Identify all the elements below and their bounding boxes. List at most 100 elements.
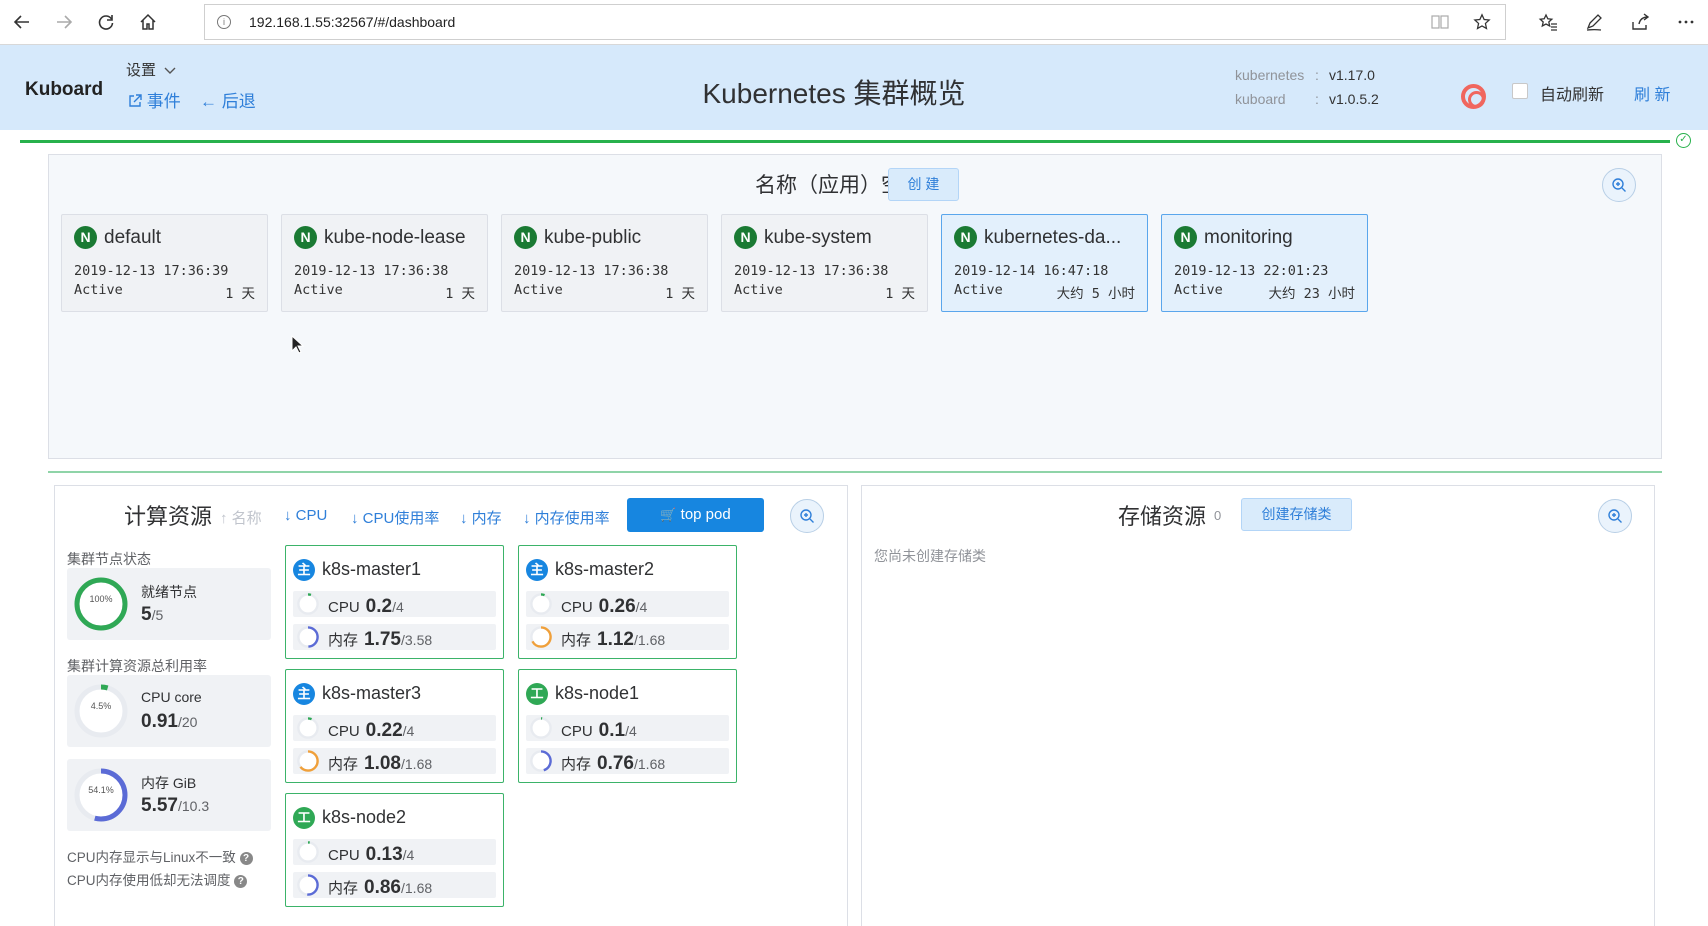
- forward-arrow-icon[interactable]: [50, 8, 78, 36]
- create-storage-class-button[interactable]: 创建存储类: [1241, 498, 1352, 531]
- node-card-k8s-master2[interactable]: 主 k8s-master2 CPU 0.26/4 内存 1.12/1.68: [518, 545, 737, 659]
- sort-by-memory[interactable]: ↓ 内存: [460, 507, 502, 528]
- namespace-status: Active: [74, 282, 123, 298]
- node-card-k8s-node1[interactable]: 工 k8s-node1 CPU 0.1/4 内存 0.76/1.68: [518, 669, 737, 783]
- zoom-in-button[interactable]: [1598, 499, 1632, 533]
- namespace-status: Active: [514, 282, 563, 298]
- memory-value: 0.76: [597, 753, 634, 774]
- ready-nodes-percent: 100%: [89, 594, 113, 604]
- site-info-icon[interactable]: i: [217, 15, 231, 29]
- memory-total: /1.68: [401, 880, 433, 896]
- namespace-age: 1 天: [665, 286, 695, 302]
- top-pod-button[interactable]: 🛒 top pod: [627, 498, 764, 532]
- address-bar[interactable]: i 192.168.1.55:32567/#/dashboard: [204, 4, 1506, 40]
- worker-badge: 工: [526, 683, 548, 705]
- memory-usage-ring: [529, 749, 553, 773]
- version-name: kuboard: [1235, 91, 1286, 107]
- sort-by-cpu[interactable]: ↓ CPU: [284, 507, 327, 524]
- node-cpu-row: CPU 0.2/4: [293, 591, 496, 617]
- memory-label: 内存: [561, 756, 592, 773]
- cpu-label: CPU: [561, 723, 593, 740]
- node-name: k8s-master3: [322, 683, 422, 703]
- memory-total-percent: 54.1%: [88, 785, 114, 795]
- help-lifebuoy-icon[interactable]: [1461, 84, 1486, 109]
- node-card-k8s-master3[interactable]: 主 k8s-master3 CPU 0.22/4 内存 1.08/1.68: [285, 669, 504, 783]
- namespace-card-kube-public[interactable]: N kube-public 2019-12-13 17:36:38 Active…: [501, 214, 708, 312]
- zoom-in-icon: [800, 509, 814, 523]
- cpu-value: 0.1: [598, 720, 626, 741]
- auto-refresh-label[interactable]: 自动刷新: [1540, 81, 1604, 105]
- namespace-card-kube-system[interactable]: N kube-system 2019-12-13 17:36:38 Active…: [721, 214, 928, 312]
- node-status-label: 集群节点状态: [67, 551, 151, 567]
- sort-by-name[interactable]: ↑ 名称: [220, 507, 262, 528]
- namespace-name: monitoring: [1204, 227, 1293, 248]
- cpu-usage-ring: [529, 592, 553, 616]
- zoom-in-button[interactable]: [790, 499, 824, 533]
- browser-toolbar: i 192.168.1.55:32567/#/dashboard: [0, 0, 1708, 45]
- refresh-button[interactable]: 刷 新: [1634, 81, 1670, 105]
- auto-refresh-checkbox[interactable]: [1512, 83, 1528, 99]
- node-memory-row: 内存 0.76/1.68: [526, 748, 729, 774]
- namespace-badge: N: [74, 226, 97, 249]
- reload-icon[interactable]: [92, 8, 120, 36]
- url-text[interactable]: 192.168.1.55:32567/#/dashboard: [249, 14, 455, 30]
- node-card-k8s-master1[interactable]: 主 k8s-master1 CPU 0.2/4 内存 1.75/3.58: [285, 545, 504, 659]
- cpu-label: CPU: [328, 599, 360, 616]
- help-note-cpu-mem[interactable]: CPU内存显示与Linux不一致 ?: [67, 846, 253, 866]
- help-note-text: CPU内存显示与Linux不一致: [67, 850, 236, 865]
- storage-empty-text: 您尚未创建存储类: [874, 548, 986, 564]
- storage-title: 存储资源: [1118, 504, 1207, 529]
- help-note-scheduling[interactable]: CPU内存使用低却无法调度 ?: [67, 869, 248, 889]
- namespace-panel: 名称（应用）空间 创 建 N default 2019-12-13 17:36:…: [48, 154, 1662, 459]
- pen-icon[interactable]: [1580, 8, 1608, 36]
- namespace-name: kube-node-lease: [324, 227, 466, 248]
- back-arrow-icon[interactable]: [8, 8, 36, 36]
- node-card-k8s-node2[interactable]: 工 k8s-node2 CPU 0.13/4 内存 0.86/1.68: [285, 793, 504, 907]
- cpu-value: 0.2: [365, 596, 393, 617]
- reading-view-icon[interactable]: [1431, 14, 1449, 30]
- namespace-card-kube-node-lease[interactable]: N kube-node-lease 2019-12-13 17:36:38 Ac…: [281, 214, 488, 312]
- compute-resources-panel: 计算资源 ↑ 名称 ↓ CPU ↓ CPU使用率 ↓ 内存 ↓ 内存使用率 🛒 …: [54, 485, 848, 926]
- node-name: k8s-master1: [322, 559, 422, 579]
- memory-value: 1.08: [364, 753, 401, 774]
- cpu-total-value: 0.91/20: [141, 711, 198, 732]
- node-memory-row: 内存 0.86/1.68: [293, 872, 496, 898]
- namespace-badge: N: [514, 226, 537, 249]
- top-pod-label: top pod: [680, 506, 731, 523]
- namespace-card-default[interactable]: N default 2019-12-13 17:36:39 Active 1 天: [61, 214, 268, 312]
- cpu-total-stat: 4.5% CPU core 0.91/20: [67, 675, 271, 747]
- namespace-status: Active: [734, 282, 783, 298]
- memory-label: 内存: [328, 756, 359, 773]
- version-sep: :: [1315, 91, 1319, 107]
- home-icon[interactable]: [134, 8, 162, 36]
- zoom-in-icon: [1608, 509, 1622, 523]
- share-icon[interactable]: [1626, 8, 1654, 36]
- memory-total: /1.68: [634, 632, 666, 648]
- namespace-age: 大约 5 小时: [1056, 286, 1135, 302]
- storage-resources-panel: 存储资源 0 创建存储类 您尚未创建存储类: [861, 485, 1655, 926]
- memory-total-label: 内存 GiB: [141, 775, 197, 791]
- cpu-usage-ring: [296, 716, 320, 740]
- namespace-created: 2019-12-14 16:47:18: [954, 263, 1109, 279]
- sort-by-memory-usage[interactable]: ↓ 内存使用率: [523, 507, 610, 528]
- app-header: Kuboard 设置 事件 ← 后退 Kubernetes 集群概览 kuber…: [0, 45, 1708, 130]
- namespace-card-kubernetes-dashboard[interactable]: N kubernetes-da... 2019-12-14 16:47:18 A…: [941, 214, 1148, 312]
- more-icon[interactable]: [1672, 8, 1700, 36]
- namespace-name: kube-system: [764, 227, 872, 248]
- namespace-created: 2019-12-13 22:01:23: [1174, 263, 1329, 279]
- favorite-star-icon[interactable]: [1473, 13, 1491, 31]
- page-title: Kubernetes 集群概览: [702, 78, 966, 109]
- create-namespace-button[interactable]: 创 建: [888, 168, 959, 201]
- namespace-status: Active: [294, 282, 343, 298]
- namespace-name: default: [104, 227, 162, 248]
- sort-by-cpu-usage[interactable]: ↓ CPU使用率: [351, 507, 439, 528]
- question-icon: ?: [234, 874, 248, 888]
- zoom-in-button[interactable]: [1602, 168, 1636, 202]
- section-divider: [48, 471, 1662, 473]
- namespace-card-monitoring[interactable]: N monitoring 2019-12-13 22:01:23 Active …: [1161, 214, 1368, 312]
- cpu-total: /4: [635, 599, 648, 615]
- namespace-age: 大约 23 小时: [1268, 286, 1355, 302]
- node-name: k8s-node2: [322, 807, 407, 827]
- namespace-age: 1 天: [225, 286, 255, 302]
- favorites-list-icon[interactable]: [1534, 8, 1562, 36]
